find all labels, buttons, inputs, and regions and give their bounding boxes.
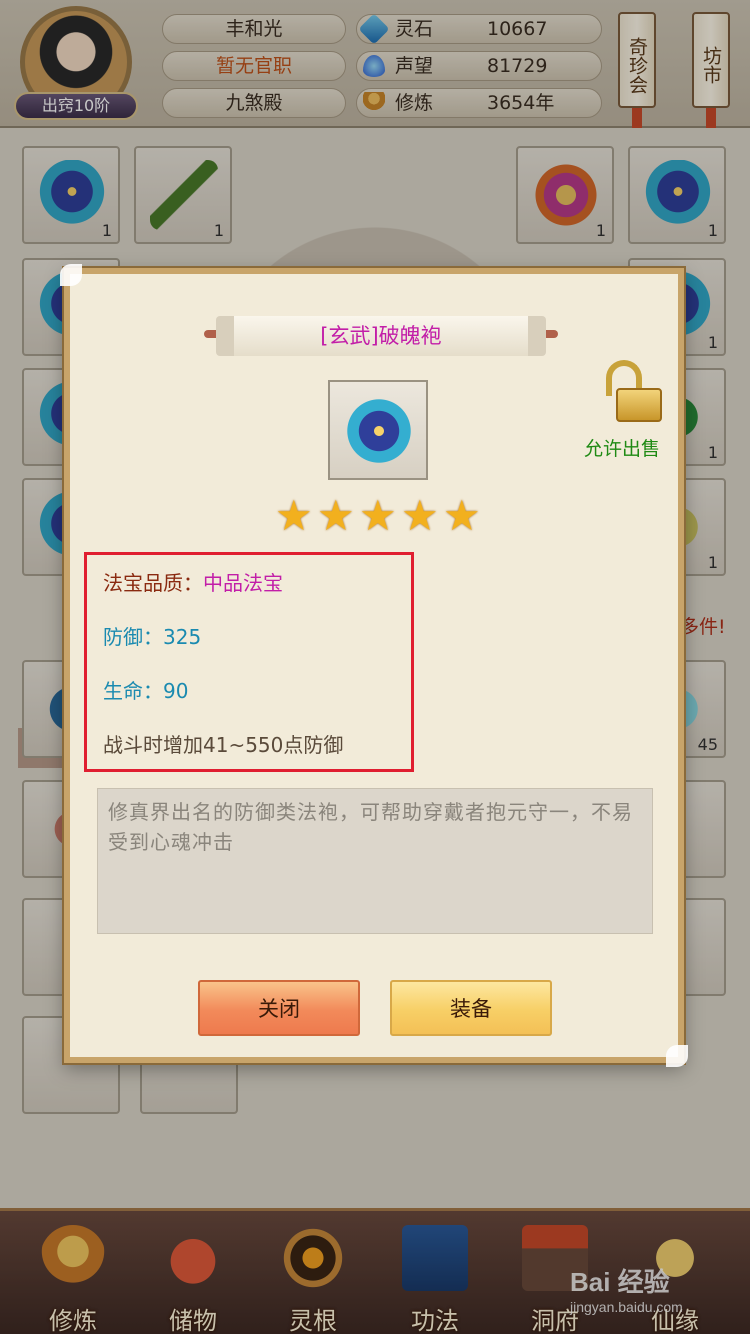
effect-text: 战斗时增加41~550点防御 — [103, 733, 344, 757]
attributes-box: 法宝品质：中品法宝 防御：325 生命：90 战斗时增加41~550点防御 — [84, 552, 414, 772]
close-button[interactable]: 关闭 — [198, 980, 360, 1036]
star-icon: ★ — [443, 491, 481, 540]
star-icon: ★ — [317, 491, 355, 540]
item-description: 修真界出名的防御类法袍，可帮助穿戴者抱元守一，不易受到心魂冲击 — [97, 788, 653, 934]
corner-leaf-decoration — [666, 1045, 688, 1067]
star-icon: ★ — [401, 491, 439, 540]
item-icon-frame — [328, 380, 428, 480]
star-icon: ★ — [359, 491, 397, 540]
item-detail-dialog: [玄武]破魄袍 ★ ★ ★ ★ ★ 允许出售 法宝品质：中品法宝 防御：325 … — [60, 264, 688, 1067]
quality-value: 中品法宝 — [203, 571, 283, 595]
lock-body — [616, 388, 662, 422]
unlock-icon[interactable] — [604, 360, 662, 422]
robe-item-icon — [344, 392, 414, 470]
corner-leaf-decoration — [60, 264, 82, 286]
quality-label: 法宝品质： — [103, 571, 203, 595]
star-rating: ★ ★ ★ ★ ★ — [275, 494, 485, 538]
item-name: [玄武]破魄袍 — [216, 316, 546, 356]
defense-stat: 防御：325 — [103, 625, 202, 649]
quality-row: 法宝品质：中品法宝 — [103, 567, 283, 596]
sale-status-label: 允许出售 — [584, 438, 661, 460]
life-stat: 生命：90 — [103, 679, 189, 703]
star-icon: ★ — [275, 491, 313, 540]
equip-button[interactable]: 装备 — [390, 980, 552, 1036]
